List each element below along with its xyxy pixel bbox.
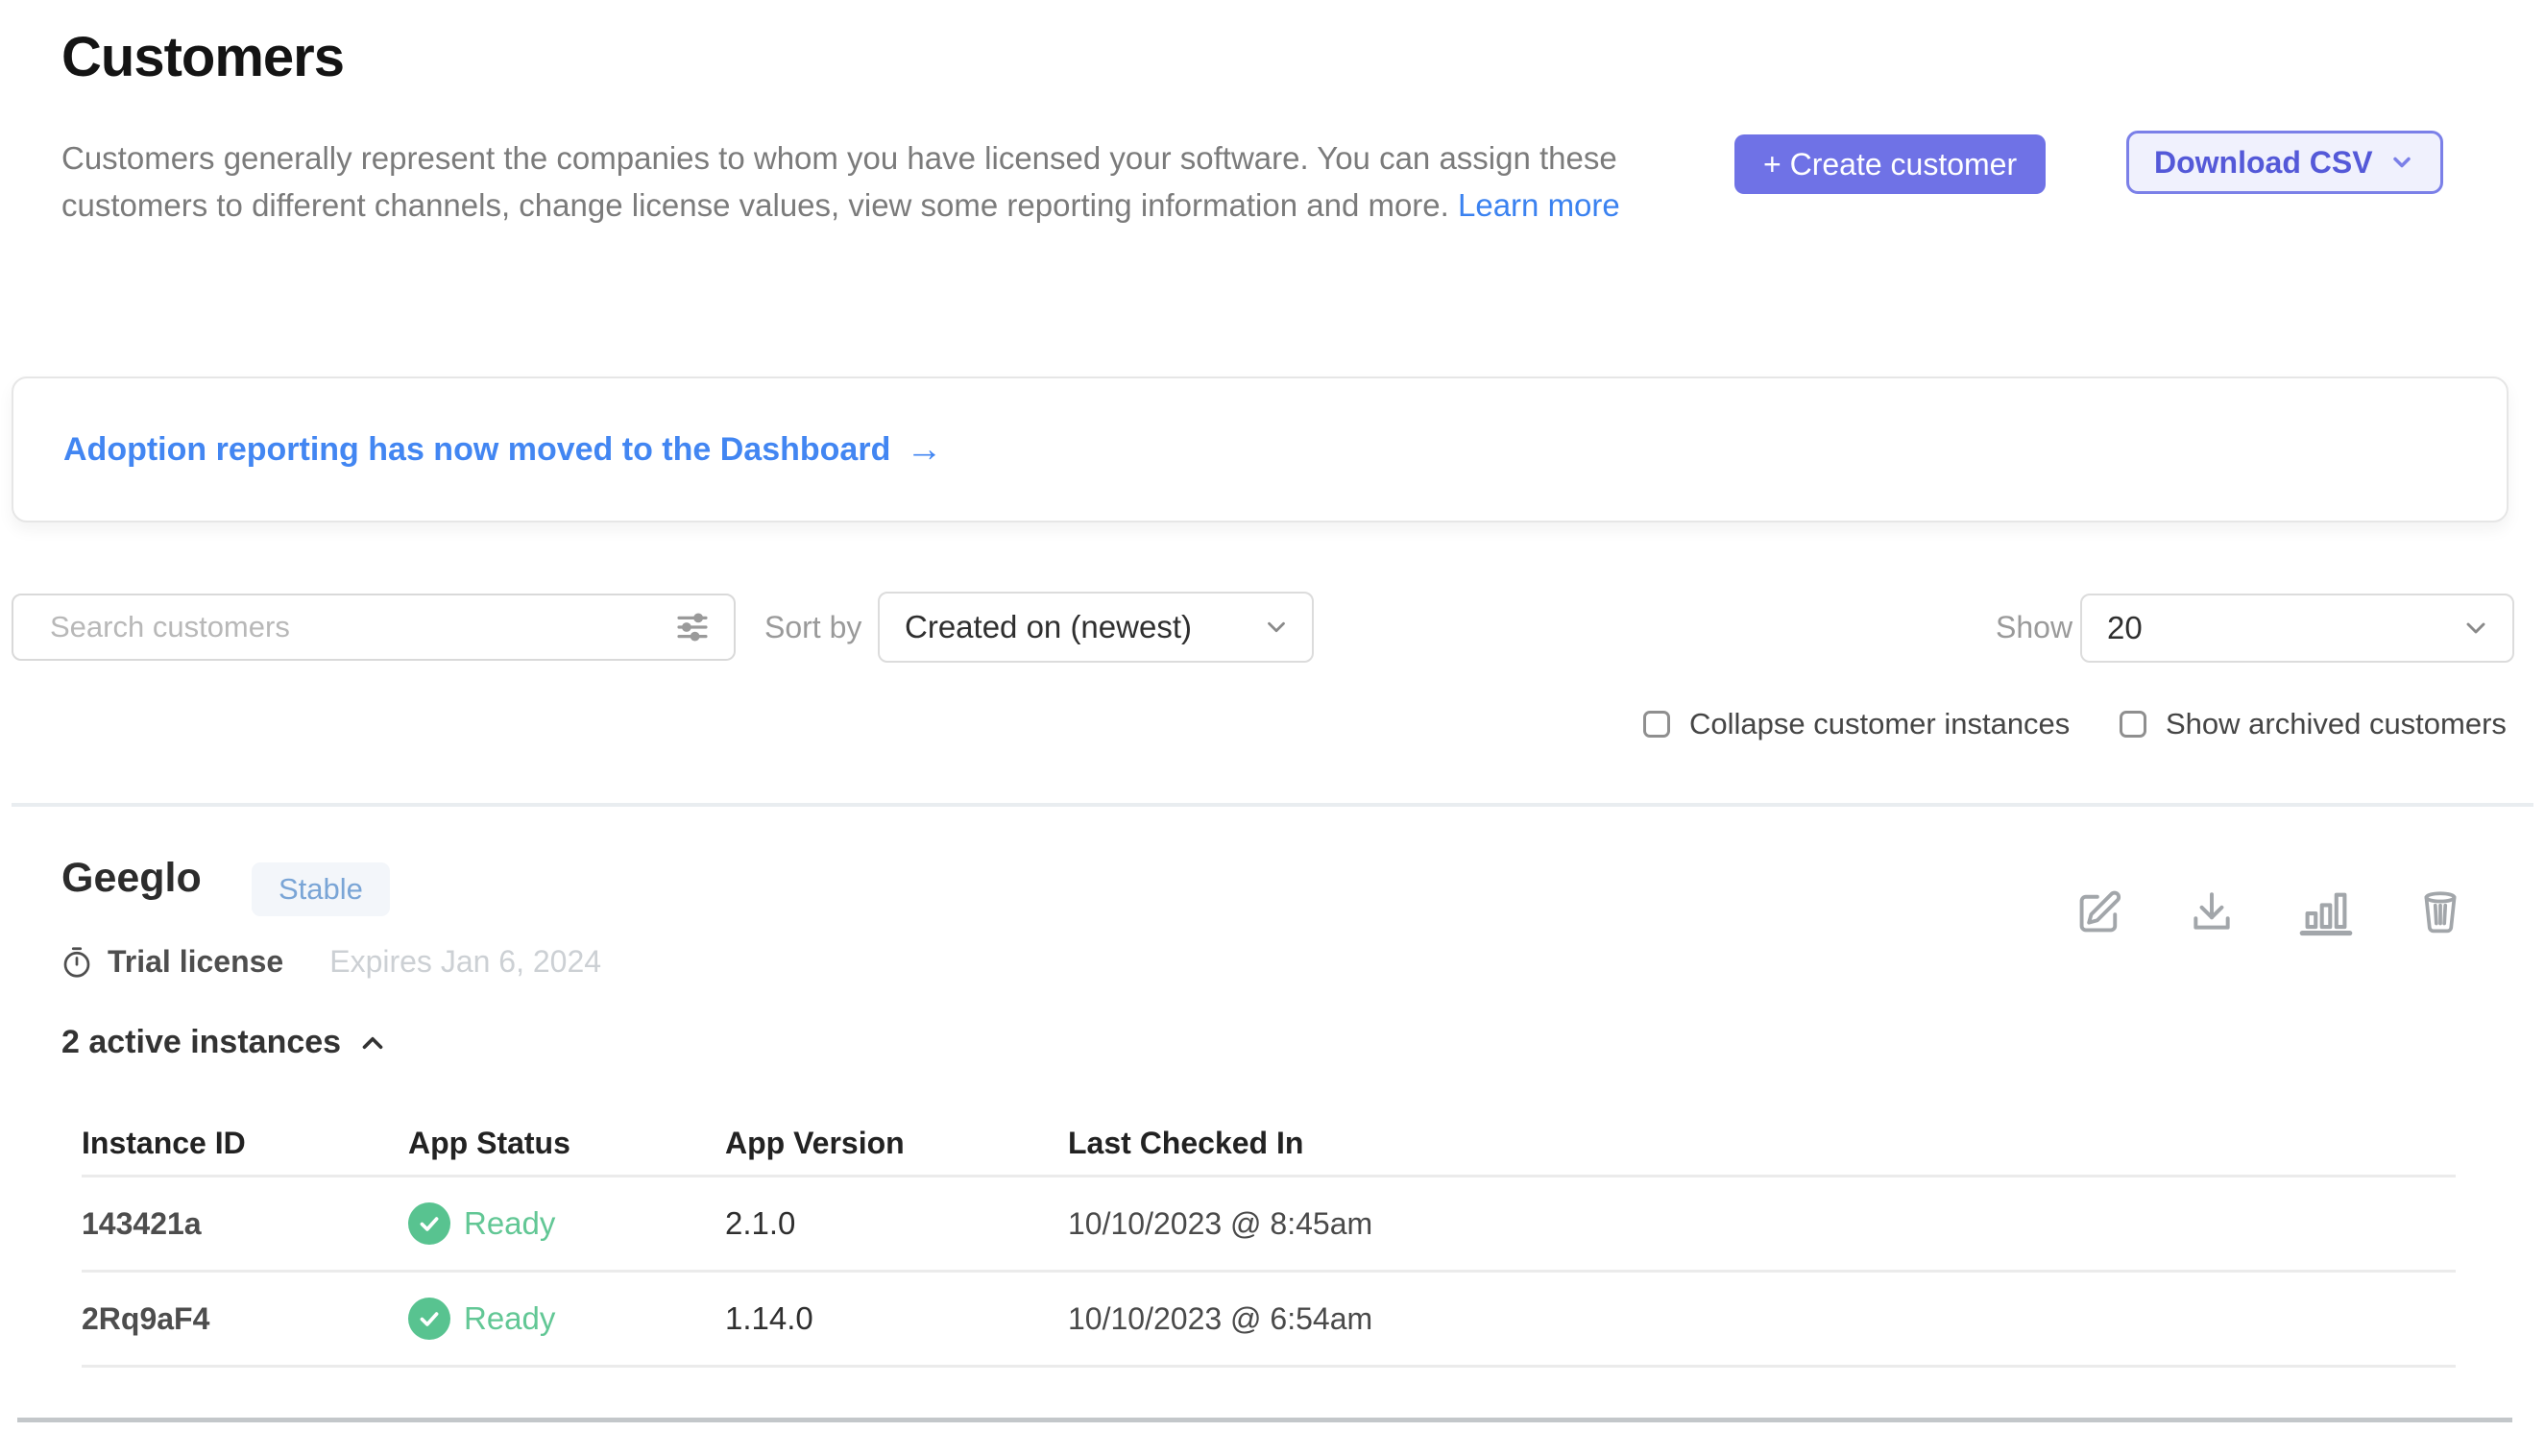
table-row: 2Rq9aF4 Ready 1.14.0 10/10/2023 @ 6:54am [82, 1273, 2456, 1368]
app-status: Ready [408, 1202, 725, 1245]
show-select-value: 20 [2107, 610, 2143, 646]
trash-icon [2416, 887, 2464, 937]
app-status: Ready [408, 1298, 725, 1340]
sort-by-label: Sort by [764, 594, 861, 661]
card-divider [17, 1418, 2512, 1422]
show-archived-label: Show archived customers [2166, 707, 2507, 741]
customer-name: Geeglo [61, 855, 202, 902]
instances-count-label: 2 active instances [61, 1024, 341, 1061]
page-description: Customers generally represent the compan… [61, 134, 1636, 229]
section-divider [12, 803, 2533, 807]
download-icon [2188, 888, 2236, 936]
check-circle-icon [408, 1298, 450, 1340]
bar-chart-icon [2299, 887, 2353, 937]
collapse-instances-label: Collapse customer instances [1689, 707, 2070, 741]
header-last-checked-in: Last Checked In [1068, 1126, 2456, 1161]
learn-more-link[interactable]: Learn more [1458, 187, 1620, 223]
checkbox-icon[interactable] [1643, 711, 1670, 738]
stopwatch-icon [60, 945, 94, 980]
license-type: Trial license [108, 944, 283, 980]
sort-select-value: Created on (newest) [905, 609, 1192, 645]
show-select[interactable]: 20 [2080, 594, 2514, 663]
instance-id: 2Rq9aF4 [82, 1301, 408, 1337]
chevron-down-icon [2460, 613, 2491, 643]
download-csv-label: Download CSV [2154, 145, 2373, 181]
instances-table: Instance ID App Status App Version Last … [82, 1112, 2456, 1368]
reporting-button[interactable] [2299, 887, 2353, 937]
adoption-banner-link[interactable]: Adoption reporting has now moved to the … [63, 431, 890, 469]
instances-toggle[interactable]: 2 active instances [61, 1024, 389, 1061]
download-customer-button[interactable] [2188, 888, 2236, 936]
header-app-status: App Status [408, 1126, 725, 1161]
check-circle-icon [408, 1202, 450, 1245]
chevron-up-icon [356, 1027, 389, 1059]
edit-icon [2074, 887, 2124, 937]
last-checked-in: 10/10/2023 @ 6:54am [1068, 1301, 2456, 1337]
chevron-down-icon [2388, 149, 2415, 176]
instance-id: 143421a [82, 1206, 408, 1242]
status-label: Ready [464, 1205, 555, 1242]
search-input[interactable] [13, 595, 672, 659]
page-title: Customers [61, 25, 344, 89]
header-instance-id: Instance ID [82, 1126, 408, 1161]
edit-customer-button[interactable] [2074, 887, 2124, 937]
header-app-version: App Version [725, 1126, 1068, 1161]
table-row: 143421a Ready 2.1.0 10/10/2023 @ 8:45am [82, 1177, 2456, 1273]
collapse-instances-checkbox[interactable]: Collapse customer instances [1643, 707, 2070, 741]
checkbox-icon[interactable] [2120, 711, 2146, 738]
table-header-row: Instance ID App Status App Version Last … [82, 1112, 2456, 1177]
channel-badge: Stable [252, 862, 390, 916]
filter-sliders-icon[interactable] [672, 607, 713, 647]
license-expiry: Expires Jan 6, 2024 [329, 944, 601, 980]
search-box[interactable] [12, 594, 736, 661]
create-customer-button[interactable]: + Create customer [1734, 134, 2046, 194]
last-checked-in: 10/10/2023 @ 8:45am [1068, 1206, 2456, 1242]
app-version: 2.1.0 [725, 1205, 1068, 1242]
delete-customer-button[interactable] [2416, 887, 2464, 937]
arrow-right-icon: → [906, 429, 942, 471]
show-archived-checkbox[interactable]: Show archived customers [2120, 707, 2507, 741]
license-row: Trial license Expires Jan 6, 2024 [60, 944, 601, 980]
download-csv-button[interactable]: Download CSV [2126, 131, 2443, 194]
app-version: 1.14.0 [725, 1300, 1068, 1337]
chevron-down-icon [1262, 613, 1291, 642]
page-description-text: Customers generally represent the compan… [61, 140, 1617, 223]
customer-actions [2074, 887, 2464, 937]
adoption-banner[interactable]: Adoption reporting has now moved to the … [12, 376, 2509, 522]
show-label: Show [1996, 594, 2072, 661]
sort-select[interactable]: Created on (newest) [878, 592, 1314, 663]
status-label: Ready [464, 1300, 555, 1337]
